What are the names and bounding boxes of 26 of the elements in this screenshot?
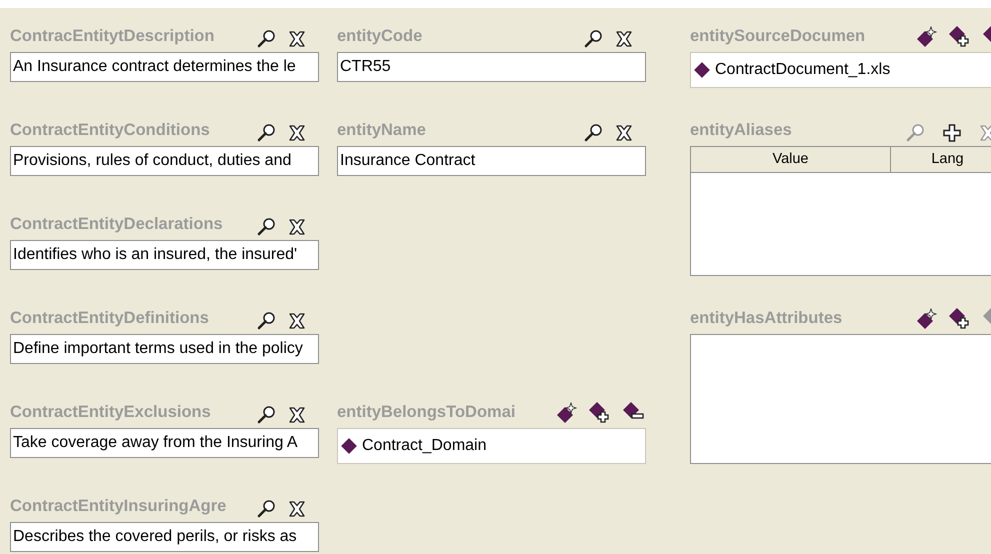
field-label: ContractEntityConditions — [10, 120, 210, 142]
field-label: entityCode — [337, 26, 422, 48]
field-label: ContractEntityDeclarations — [10, 214, 223, 236]
field-label: entityBelongsToDomai — [337, 402, 516, 424]
text-field[interactable]: An Insurance contract determines the le — [10, 52, 319, 82]
text-field[interactable]: Provisions, rules of conduct, duties and — [10, 146, 319, 176]
field-label: ContractEntityExclusions — [10, 402, 211, 424]
field-label: entityAliases — [690, 120, 792, 142]
text-field[interactable]: CTR55 — [337, 52, 646, 82]
column-header[interactable]: Lang — [891, 147, 991, 173]
instance-list[interactable]: Contract_Domain — [337, 428, 646, 464]
column-header[interactable]: Value — [691, 147, 891, 173]
field-label: entityName — [337, 120, 426, 142]
field-label: ContractEntityInsuringAgre — [10, 496, 226, 518]
text-field[interactable]: Insurance Contract — [337, 146, 646, 176]
field-label: ContracEntitytDescription — [10, 26, 214, 48]
text-field[interactable]: Describes the covered perils, or risks as — [10, 522, 319, 552]
field-label: entityHasAttributes — [690, 308, 842, 330]
instance-name[interactable]: Contract_Domain — [362, 434, 486, 458]
field-label: entitySourceDocumen — [690, 26, 866, 48]
instance-name[interactable]: ContractDocument_1.xls — [715, 58, 890, 82]
text-field[interactable]: Take coverage away from the Insuring A — [10, 428, 319, 458]
field-label: ContractEntityDefinitions — [10, 308, 209, 330]
instance-list[interactable]: ContractDocument_1.xls — [690, 52, 991, 88]
text-field[interactable]: Identifies who is an insured, the insured' — [10, 240, 319, 270]
text-field[interactable]: Define important terms used in the policy — [10, 334, 319, 364]
